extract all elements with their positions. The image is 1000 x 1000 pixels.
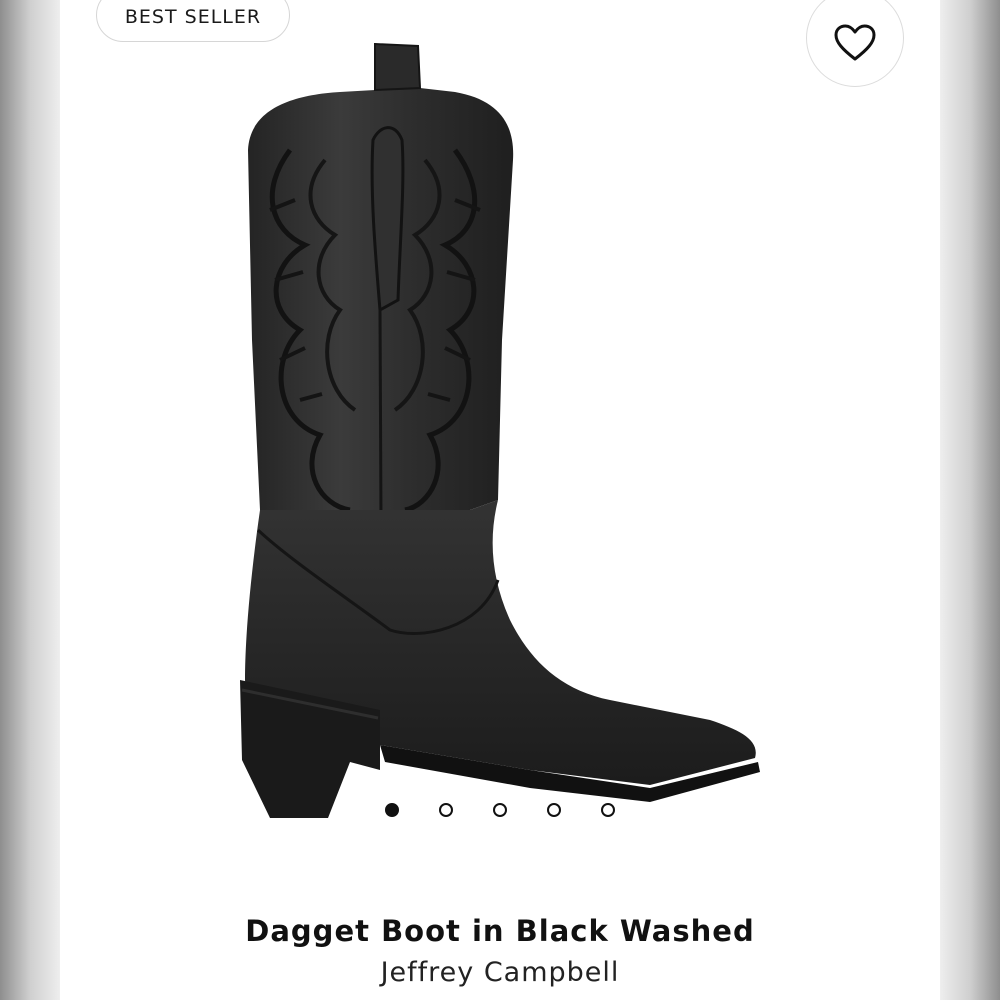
carousel-dot-3[interactable] bbox=[493, 803, 507, 817]
carousel-dot-1[interactable] bbox=[385, 803, 399, 817]
badge-label: BEST SELLER bbox=[124, 6, 262, 28]
carousel-dot-5[interactable] bbox=[601, 803, 615, 817]
screenshot-frame: BEST SELLER Dagget Boot in Black Washed … bbox=[0, 0, 1000, 1000]
boot-illustration bbox=[240, 42, 760, 818]
product-brand[interactable]: Jeffrey Campbell bbox=[0, 957, 1000, 988]
image-carousel-dots bbox=[383, 803, 623, 821]
product-image[interactable] bbox=[230, 40, 770, 820]
heart-outline-icon bbox=[834, 24, 876, 61]
best-seller-badge: BEST SELLER bbox=[96, 0, 290, 42]
product-title[interactable]: Dagget Boot in Black Washed bbox=[0, 914, 1000, 948]
carousel-dot-2[interactable] bbox=[439, 803, 453, 817]
carousel-dot-4[interactable] bbox=[547, 803, 561, 817]
